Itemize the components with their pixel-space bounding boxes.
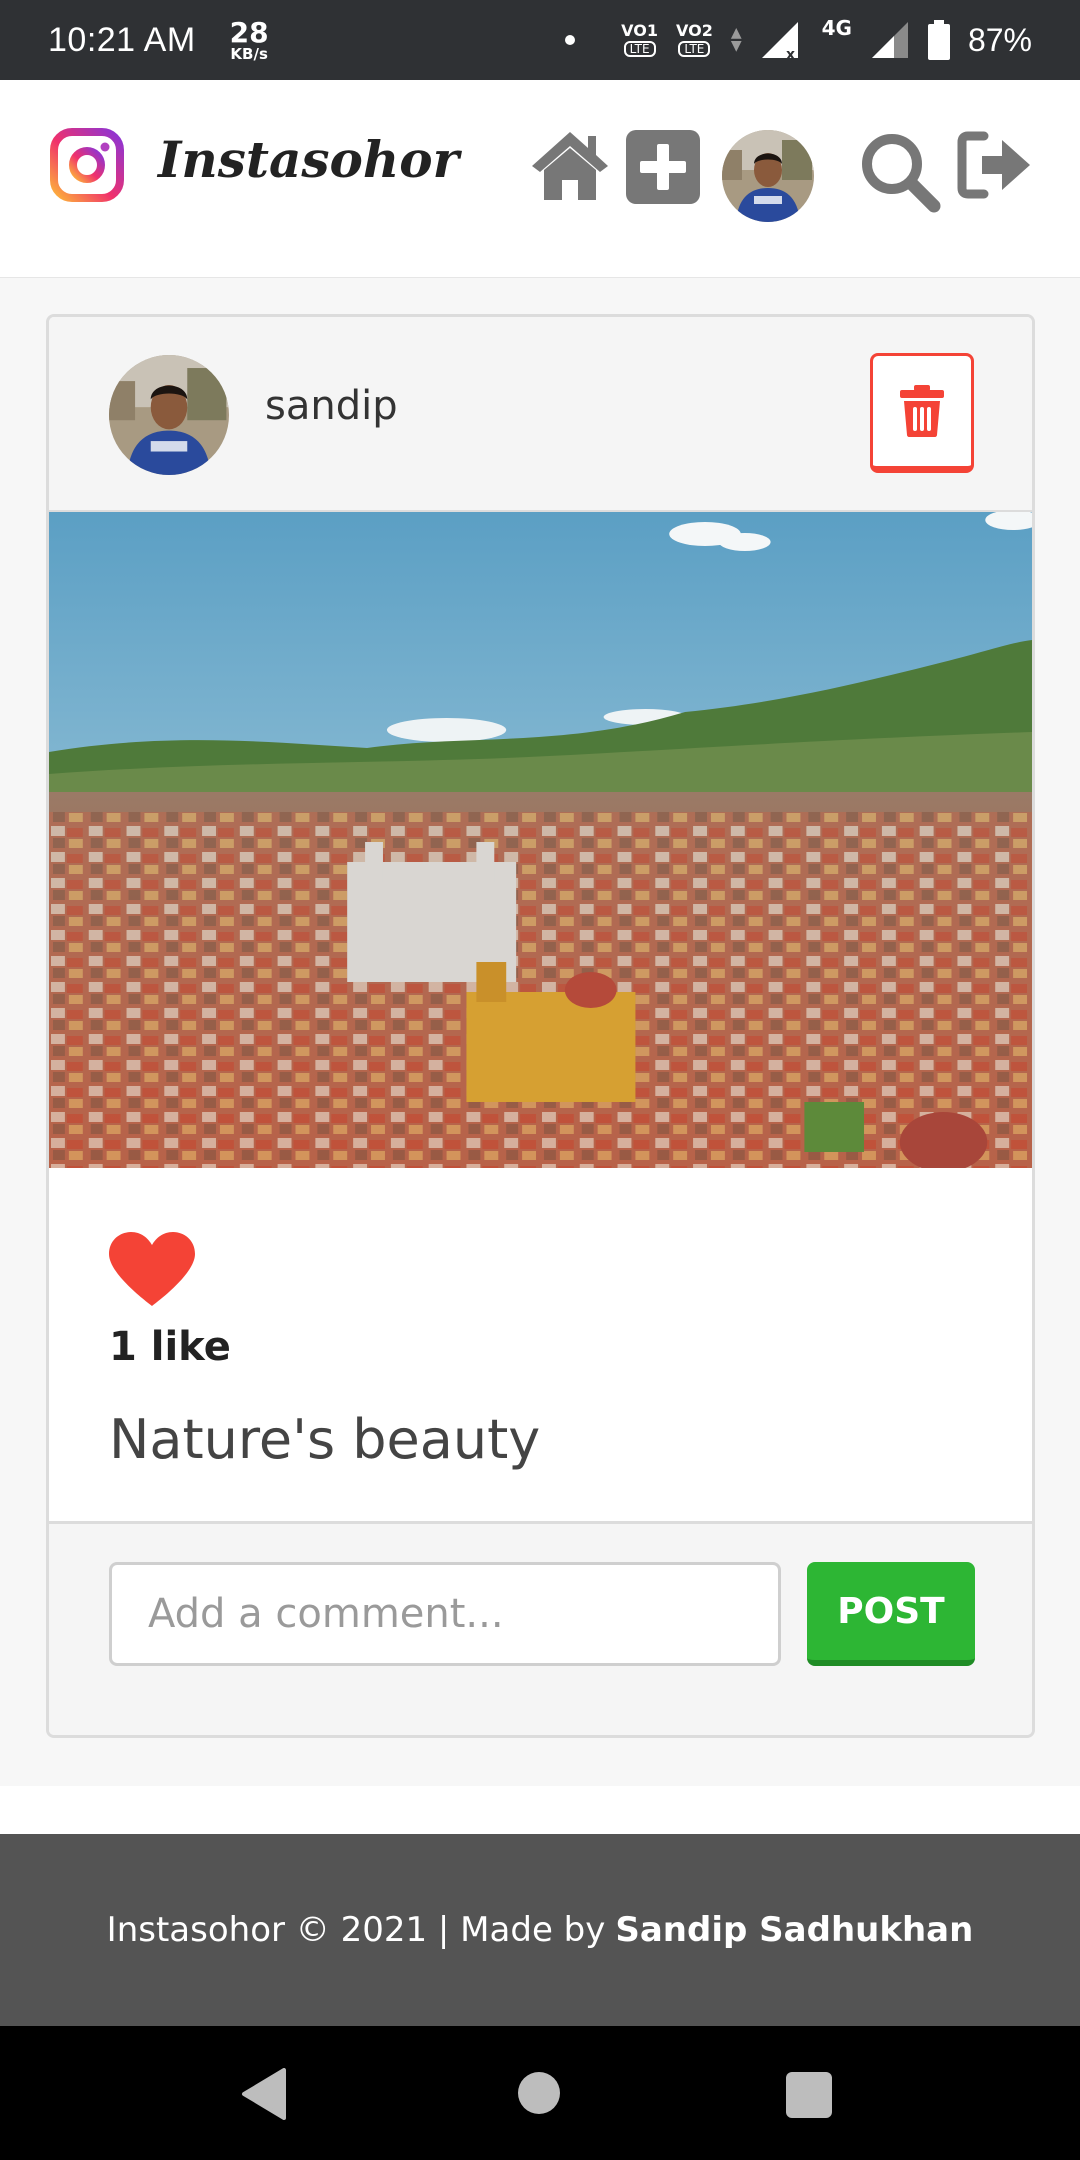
network-speed-unit: KB/s — [230, 44, 268, 63]
system-navigation-bar — [0, 2026, 1080, 2160]
sim1-label: VO1 — [621, 21, 658, 40]
profile-avatar-image — [722, 130, 814, 222]
volte-sim1-icon: VO1 LTE — [621, 23, 658, 57]
sim2-label: VO2 — [675, 21, 713, 40]
sim2-lte-label: LTE — [678, 41, 711, 57]
status-time: 10:21 AM — [48, 20, 196, 59]
network-type-label: 4G — [821, 16, 852, 40]
logout-icon[interactable] — [956, 130, 1032, 200]
signal-2-icon — [871, 22, 908, 58]
back-icon[interactable] — [240, 2068, 286, 2120]
sim1-lte-label: LTE — [623, 41, 656, 57]
brand-name[interactable]: Instasohor — [158, 130, 459, 189]
author-avatar[interactable] — [109, 355, 229, 475]
signal-icon: x — [761, 22, 798, 60]
notification-dot-icon — [565, 35, 576, 45]
author-username[interactable]: sandip — [265, 383, 398, 429]
page-footer: Instasohor © 2021 | Made by Sandip Sadhu… — [0, 1834, 1080, 2026]
search-icon[interactable] — [858, 130, 942, 214]
post-comment-button[interactable]: POST — [807, 1562, 975, 1666]
svg-text:x: x — [786, 47, 795, 60]
delete-post-button[interactable] — [870, 353, 974, 473]
trash-icon — [900, 385, 944, 437]
post-header: sandip — [49, 317, 1032, 512]
battery-icon — [927, 20, 950, 60]
home-icon[interactable] — [530, 130, 610, 202]
comment-input[interactable] — [109, 1562, 781, 1666]
comment-form: POST — [49, 1524, 1032, 1735]
heart-icon[interactable] — [107, 1230, 197, 1308]
volte-sim2-icon: VO2 LTE — [676, 23, 713, 57]
footer-spacer — [0, 1786, 1080, 1834]
profile-avatar[interactable] — [722, 130, 814, 222]
post-image[interactable] — [49, 512, 1032, 1168]
network-speed: 28 KB/s — [229, 15, 269, 63]
likes-count: 1 like — [109, 1324, 231, 1370]
post-body: 1 like Nature's beauty — [49, 1168, 1032, 1524]
post-card: sandip 1 like Nature's beauty Add a comm… — [46, 314, 1035, 1738]
instagram-logo-icon[interactable] — [50, 128, 124, 202]
add-post-icon[interactable] — [626, 130, 700, 204]
footer-author-link[interactable]: Sandip Sadhukhan — [615, 1910, 973, 1950]
home-nav-icon[interactable] — [518, 2072, 560, 2114]
app-header: Instasohor — [0, 80, 1080, 278]
network-speed-value: 28 — [229, 15, 269, 49]
recent-apps-icon[interactable] — [786, 2072, 832, 2118]
footer-text: Instasohor © 2021 | Made by — [106, 1910, 606, 1950]
post-caption: Nature's beauty — [109, 1408, 541, 1471]
author-avatar-image — [109, 355, 229, 475]
status-bar: 10:21 AM 28 KB/s VO1 LTE VO2 LTE ▲ ▼ x 4G… — [0, 0, 1080, 80]
battery-percentage: 87% — [967, 21, 1032, 58]
data-activity-icon: ▲ ▼ — [730, 25, 742, 54]
